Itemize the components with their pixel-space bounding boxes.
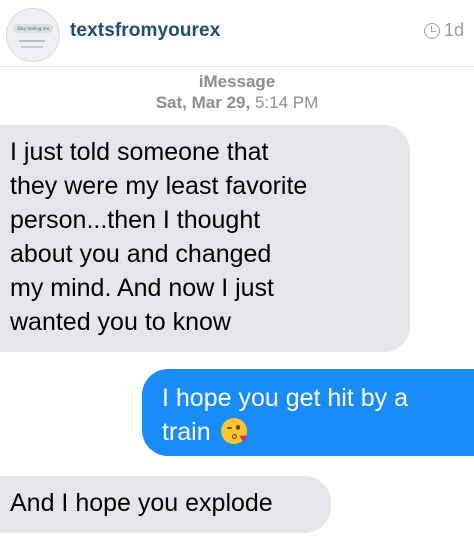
timestamp-time: 5:14 PM (254, 93, 319, 112)
message-line: And I hope you explode (10, 489, 273, 517)
message-line: I hope you get hit by a (162, 384, 409, 412)
conversation-timestamp: Sat, Mar 29, 5:14 PM (0, 93, 474, 113)
outgoing-message-bubble: I hope you get hit by a train ♥ (142, 369, 474, 456)
message-line: they were my least favorite (10, 172, 308, 200)
incoming-message-bubble: I just told someone that they were my le… (0, 125, 410, 352)
clock-icon (423, 22, 440, 39)
avatar-decoration (19, 40, 45, 42)
post-age-text: 1d (443, 20, 464, 40)
timestamp-date: Sat, Mar 29, (155, 93, 251, 112)
post-header: Stop texting me textsfromyourex 1d (0, 0, 474, 64)
service-label: iMessage (198, 72, 276, 91)
kissing-face-icon: ♥ (220, 418, 247, 444)
header-divider (0, 66, 474, 67)
message-line: about you and changed (10, 240, 272, 268)
message-line: my mind. And now I just (10, 274, 275, 302)
incoming-message-bubble: And I hope you explode (0, 476, 331, 533)
account-handle[interactable]: textsfromyourex (70, 20, 220, 42)
avatar-decoration (21, 46, 43, 48)
message-line: wanted you to know (10, 308, 231, 336)
post-age: 1d (423, 20, 464, 41)
message-line-with-emoji: train ♥ (162, 415, 464, 449)
avatar-text: Stop texting me (13, 24, 53, 33)
message-line: I just told someone that (10, 138, 269, 166)
message-line: person...then I thought (10, 206, 261, 234)
message-line: train (162, 418, 211, 446)
profile-avatar[interactable]: Stop texting me (6, 8, 60, 62)
